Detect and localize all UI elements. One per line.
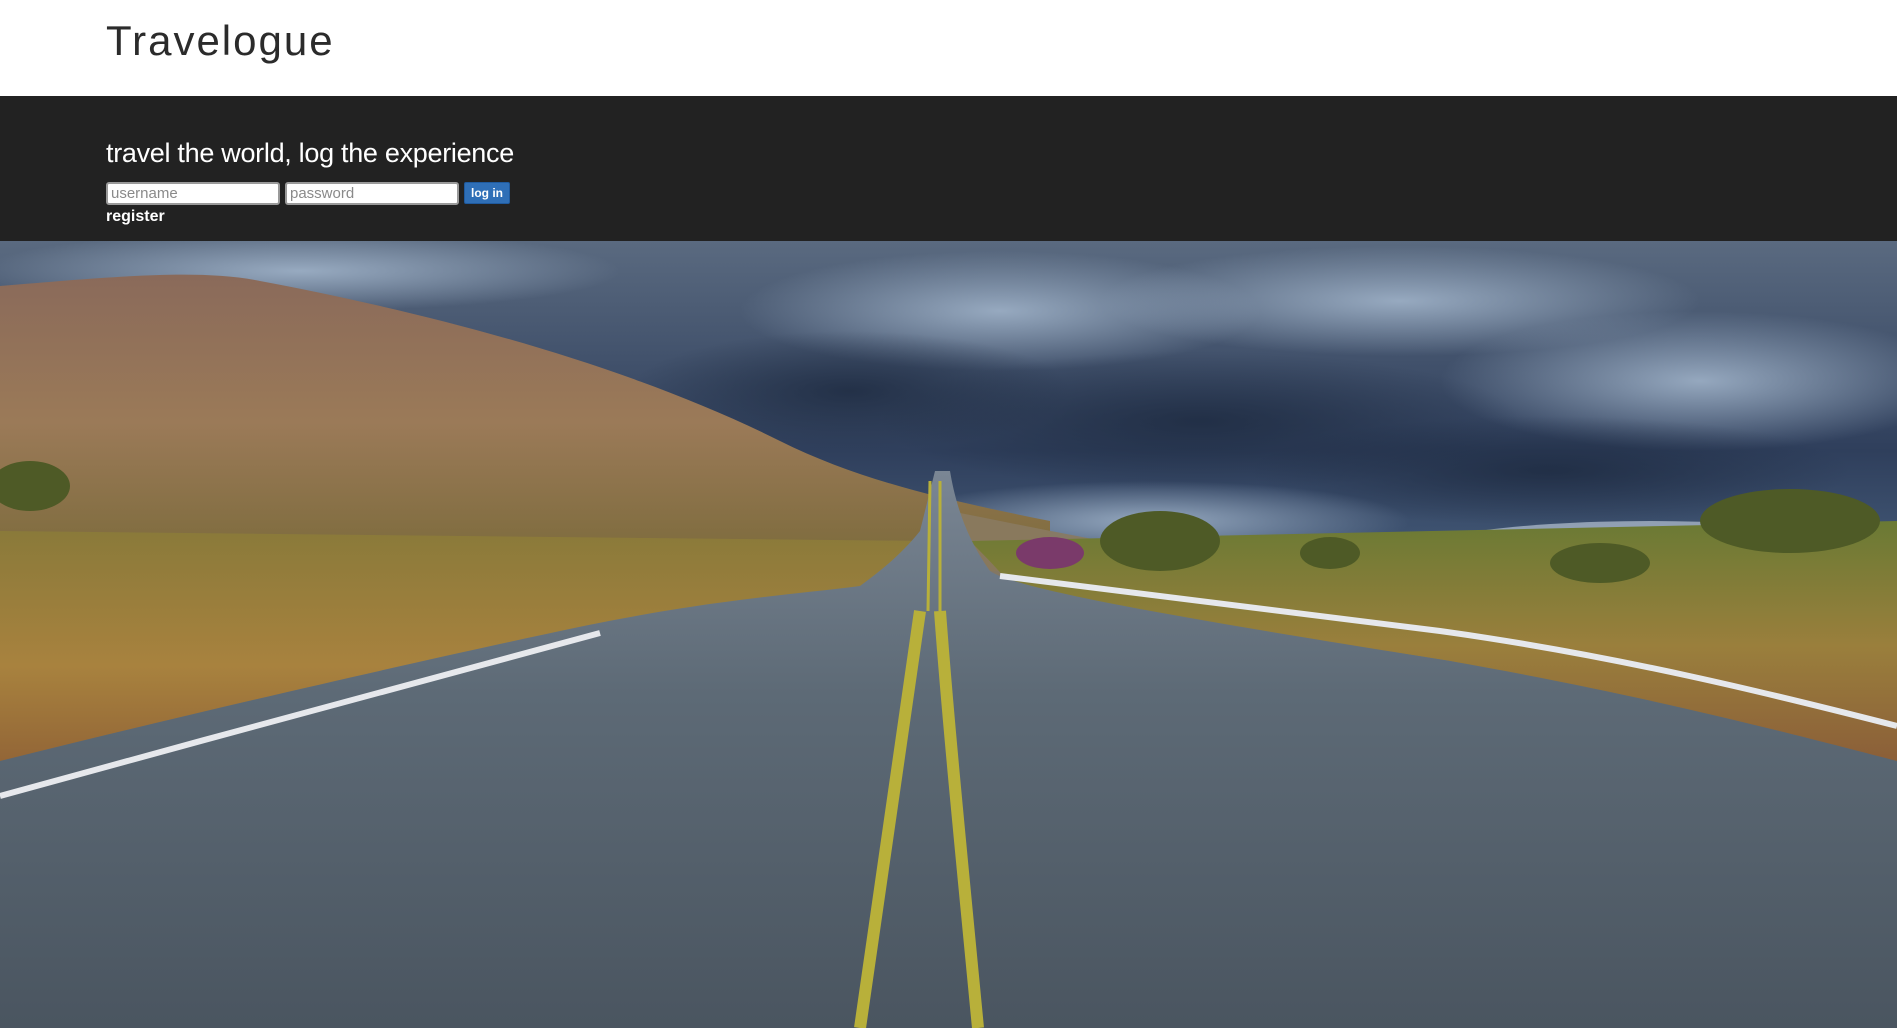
username-input[interactable] <box>106 181 280 205</box>
brand-logo-text[interactable]: Travelogue <box>106 14 335 68</box>
register-link[interactable]: register <box>106 208 165 226</box>
page: Travelogue travel the world, log the exp… <box>0 0 1897 1030</box>
tagline: travel the world, log the experience <box>106 138 514 168</box>
hero-landscape-image <box>0 241 1897 1028</box>
hero-bar: travel the world, log the experience log… <box>0 96 1897 241</box>
password-input[interactable] <box>285 181 459 205</box>
site-header: Travelogue <box>0 0 1897 96</box>
login-form: log in <box>106 180 510 206</box>
landscape-road-illustration <box>0 241 1897 1028</box>
login-button[interactable]: log in <box>464 182 510 204</box>
